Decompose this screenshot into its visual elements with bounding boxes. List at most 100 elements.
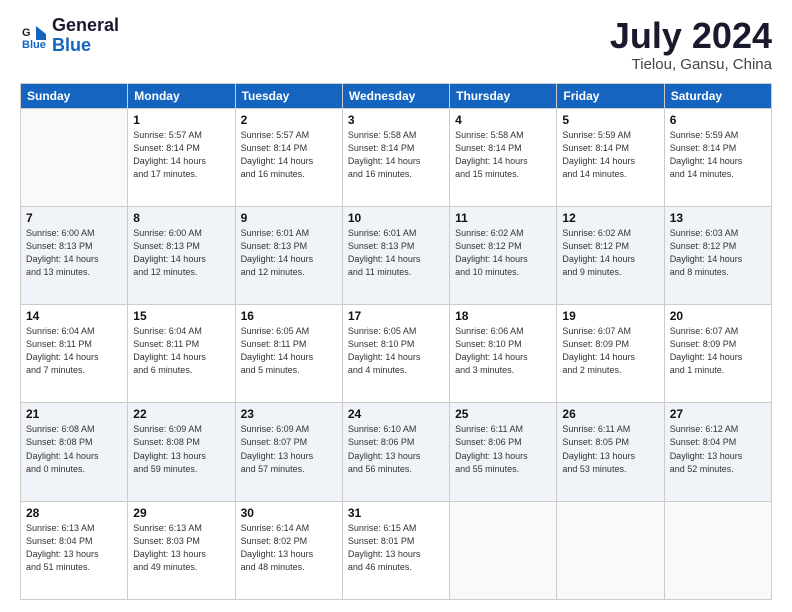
calendar-cell: 9Sunrise: 6:01 AM Sunset: 8:13 PM Daylig… bbox=[235, 206, 342, 304]
calendar-cell: 17 Sunrise: 6:05 AM Sunset: 8:10 PM Dayli… bbox=[342, 305, 449, 403]
day-info: Sunrise: 6:07 AM Sunset: 8:09 PM Dayligh… bbox=[670, 325, 766, 377]
calendar-cell: 20 Sunrise: 6:07 AM Sunset: 8:09 PM Dayli… bbox=[664, 305, 771, 403]
col-header-tuesday: Tuesday bbox=[235, 83, 342, 108]
calendar-cell: 29 Sunrise: 6:13 AM Sunset: 8:03 PM Dayli… bbox=[128, 501, 235, 599]
calendar-cell: 24Sunrise: 6:10 AM Sunset: 8:06 PM Dayli… bbox=[342, 403, 449, 501]
day-info: Sunrise: 6:06 AM Sunset: 8:10 PM Dayligh… bbox=[455, 325, 551, 377]
calendar-cell: 11Sunrise: 6:02 AM Sunset: 8:12 PM Dayli… bbox=[450, 206, 557, 304]
calendar-cell: 27Sunrise: 6:12 AM Sunset: 8:04 PM Dayli… bbox=[664, 403, 771, 501]
day-number: 17 bbox=[348, 309, 444, 323]
day-info: Sunrise: 6:11 AM Sunset: 8:06 PM Dayligh… bbox=[455, 423, 551, 475]
calendar-cell: 31 Sunrise: 6:15 AM Sunset: 8:01 PM Dayli… bbox=[342, 501, 449, 599]
day-info: Sunrise: 6:01 AM Sunset: 8:13 PM Dayligh… bbox=[348, 227, 444, 279]
day-info: Sunrise: 6:07 AM Sunset: 8:09 PM Dayligh… bbox=[562, 325, 658, 377]
day-info: Sunrise: 6:13 AM Sunset: 8:04 PM Dayligh… bbox=[26, 522, 122, 574]
day-info: Sunrise: 5:58 AM Sunset: 8:14 PM Dayligh… bbox=[455, 129, 551, 181]
calendar-cell: 30 Sunrise: 6:14 AM Sunset: 8:02 PM Dayli… bbox=[235, 501, 342, 599]
day-info: Sunrise: 6:11 AM Sunset: 8:05 PM Dayligh… bbox=[562, 423, 658, 475]
day-info: Sunrise: 6:08 AM Sunset: 8:08 PM Dayligh… bbox=[26, 423, 122, 475]
day-number: 30 bbox=[241, 506, 337, 520]
day-info: Sunrise: 5:57 AM Sunset: 8:14 PM Dayligh… bbox=[133, 129, 229, 181]
day-info: Sunrise: 5:59 AM Sunset: 8:14 PM Dayligh… bbox=[562, 129, 658, 181]
location: Tielou, Gansu, China bbox=[610, 56, 772, 73]
calendar-cell bbox=[664, 501, 771, 599]
day-info: Sunrise: 6:00 AM Sunset: 8:13 PM Dayligh… bbox=[26, 227, 122, 279]
day-number: 8 bbox=[133, 211, 229, 225]
calendar-cell: 2Sunrise: 5:57 AM Sunset: 8:14 PM Daylig… bbox=[235, 108, 342, 206]
calendar-cell: 23Sunrise: 6:09 AM Sunset: 8:07 PM Dayli… bbox=[235, 403, 342, 501]
day-number: 16 bbox=[241, 309, 337, 323]
day-number: 14 bbox=[26, 309, 122, 323]
calendar-cell: 25 Sunrise: 6:11 AM Sunset: 8:06 PM Dayli… bbox=[450, 403, 557, 501]
day-number: 3 bbox=[348, 113, 444, 127]
day-info: Sunrise: 6:12 AM Sunset: 8:04 PM Dayligh… bbox=[670, 423, 766, 475]
calendar-cell: 26 Sunrise: 6:11 AM Sunset: 8:05 PM Dayli… bbox=[557, 403, 664, 501]
calendar-cell bbox=[557, 501, 664, 599]
day-number: 31 bbox=[348, 506, 444, 520]
calendar-cell: 3 Sunrise: 5:58 AM Sunset: 8:14 PM Daylig… bbox=[342, 108, 449, 206]
day-number: 20 bbox=[670, 309, 766, 323]
day-info: Sunrise: 6:15 AM Sunset: 8:01 PM Dayligh… bbox=[348, 522, 444, 574]
header: G Blue General Blue July 2024 Tielou, Ga… bbox=[20, 16, 772, 73]
col-header-wednesday: Wednesday bbox=[342, 83, 449, 108]
day-info: Sunrise: 6:01 AM Sunset: 8:13 PM Dayligh… bbox=[241, 227, 337, 279]
svg-text:G: G bbox=[22, 27, 31, 39]
col-header-saturday: Saturday bbox=[664, 83, 771, 108]
calendar-row: 28 Sunrise: 6:13 AM Sunset: 8:04 PM Dayli… bbox=[21, 501, 772, 599]
day-number: 28 bbox=[26, 506, 122, 520]
day-number: 25 bbox=[455, 407, 551, 421]
day-info: Sunrise: 6:05 AM Sunset: 8:10 PM Dayligh… bbox=[348, 325, 444, 377]
calendar-row: 14 Sunrise: 6:04 AM Sunset: 8:11 PM Dayli… bbox=[21, 305, 772, 403]
day-number: 22 bbox=[133, 407, 229, 421]
col-header-sunday: Sunday bbox=[21, 83, 128, 108]
col-header-friday: Friday bbox=[557, 83, 664, 108]
logo: G Blue General Blue bbox=[20, 16, 119, 56]
day-number: 5 bbox=[562, 113, 658, 127]
day-info: Sunrise: 6:02 AM Sunset: 8:12 PM Dayligh… bbox=[562, 227, 658, 279]
calendar-cell bbox=[450, 501, 557, 599]
calendar-cell: 10Sunrise: 6:01 AM Sunset: 8:13 PM Dayli… bbox=[342, 206, 449, 304]
page: G Blue General Blue July 2024 Tielou, Ga… bbox=[0, 0, 792, 612]
header-row: SundayMondayTuesdayWednesdayThursdayFrid… bbox=[21, 83, 772, 108]
calendar-cell: 22 Sunrise: 6:09 AM Sunset: 8:08 PM Dayli… bbox=[128, 403, 235, 501]
day-number: 21 bbox=[26, 407, 122, 421]
day-info: Sunrise: 6:04 AM Sunset: 8:11 PM Dayligh… bbox=[26, 325, 122, 377]
day-info: Sunrise: 5:57 AM Sunset: 8:14 PM Dayligh… bbox=[241, 129, 337, 181]
calendar-cell: 21 Sunrise: 6:08 AM Sunset: 8:08 PM Dayli… bbox=[21, 403, 128, 501]
day-info: Sunrise: 6:13 AM Sunset: 8:03 PM Dayligh… bbox=[133, 522, 229, 574]
day-number: 29 bbox=[133, 506, 229, 520]
calendar-cell: 28 Sunrise: 6:13 AM Sunset: 8:04 PM Dayli… bbox=[21, 501, 128, 599]
col-header-thursday: Thursday bbox=[450, 83, 557, 108]
day-info: Sunrise: 6:09 AM Sunset: 8:08 PM Dayligh… bbox=[133, 423, 229, 475]
day-number: 15 bbox=[133, 309, 229, 323]
calendar-cell: 16 Sunrise: 6:05 AM Sunset: 8:11 PM Dayli… bbox=[235, 305, 342, 403]
month-title: July 2024 bbox=[610, 16, 772, 56]
calendar-row: 1Sunrise: 5:57 AM Sunset: 8:14 PM Daylig… bbox=[21, 108, 772, 206]
day-number: 19 bbox=[562, 309, 658, 323]
logo-icon: G Blue bbox=[20, 22, 48, 50]
day-number: 7 bbox=[26, 211, 122, 225]
day-info: Sunrise: 6:09 AM Sunset: 8:07 PM Dayligh… bbox=[241, 423, 337, 475]
day-number: 26 bbox=[562, 407, 658, 421]
day-number: 13 bbox=[670, 211, 766, 225]
calendar-table: SundayMondayTuesdayWednesdayThursdayFrid… bbox=[20, 83, 772, 600]
day-number: 24 bbox=[348, 407, 444, 421]
calendar-cell: 5 Sunrise: 5:59 AM Sunset: 8:14 PM Daylig… bbox=[557, 108, 664, 206]
calendar-row: 7 Sunrise: 6:00 AM Sunset: 8:13 PM Daylig… bbox=[21, 206, 772, 304]
logo-text-line1: General bbox=[52, 16, 119, 36]
calendar-cell: 7 Sunrise: 6:00 AM Sunset: 8:13 PM Daylig… bbox=[21, 206, 128, 304]
calendar-cell: 4Sunrise: 5:58 AM Sunset: 8:14 PM Daylig… bbox=[450, 108, 557, 206]
logo-text-line2: Blue bbox=[52, 36, 119, 56]
calendar-cell: 13Sunrise: 6:03 AM Sunset: 8:12 PM Dayli… bbox=[664, 206, 771, 304]
day-info: Sunrise: 6:05 AM Sunset: 8:11 PM Dayligh… bbox=[241, 325, 337, 377]
calendar-cell: 15Sunrise: 6:04 AM Sunset: 8:11 PM Dayli… bbox=[128, 305, 235, 403]
day-number: 11 bbox=[455, 211, 551, 225]
calendar-cell: 8Sunrise: 6:00 AM Sunset: 8:13 PM Daylig… bbox=[128, 206, 235, 304]
calendar-row: 21 Sunrise: 6:08 AM Sunset: 8:08 PM Dayli… bbox=[21, 403, 772, 501]
calendar-cell: 6Sunrise: 5:59 AM Sunset: 8:14 PM Daylig… bbox=[664, 108, 771, 206]
day-number: 18 bbox=[455, 309, 551, 323]
day-info: Sunrise: 5:58 AM Sunset: 8:14 PM Dayligh… bbox=[348, 129, 444, 181]
calendar-cell: 12Sunrise: 6:02 AM Sunset: 8:12 PM Dayli… bbox=[557, 206, 664, 304]
day-number: 6 bbox=[670, 113, 766, 127]
day-info: Sunrise: 6:14 AM Sunset: 8:02 PM Dayligh… bbox=[241, 522, 337, 574]
